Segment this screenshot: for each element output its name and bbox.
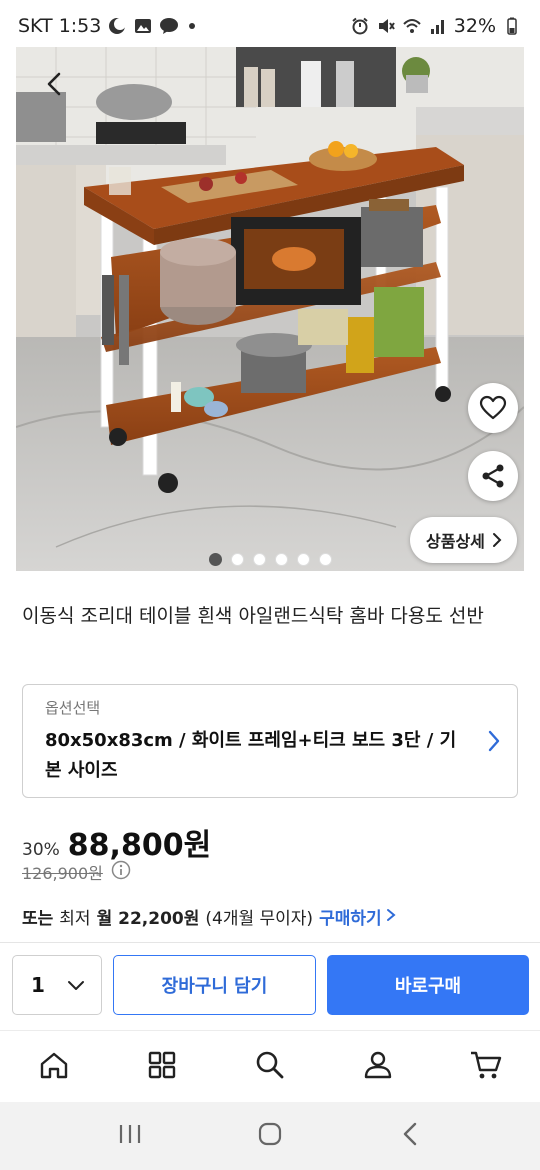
chevron-right-icon bbox=[491, 532, 503, 548]
nav-search[interactable] bbox=[240, 1037, 300, 1097]
back-system-button[interactable] bbox=[380, 1111, 440, 1161]
back-icon bbox=[401, 1121, 419, 1151]
back-button[interactable] bbox=[30, 59, 80, 109]
installment-monthly: 월 22,200원 bbox=[96, 909, 200, 929]
home-icon bbox=[38, 1049, 70, 1085]
signal-icon bbox=[428, 16, 448, 36]
product-photo bbox=[16, 47, 524, 571]
product-detail-label: 상품상세 bbox=[426, 532, 485, 551]
chevron-right-icon bbox=[386, 907, 396, 927]
nav-my-account[interactable] bbox=[348, 1037, 408, 1097]
option-label: 옵션선택 bbox=[45, 699, 101, 717]
product-title: 이동식 조리대 테이블 흰색 아일랜드식탁 홈바 다용도 선반 bbox=[22, 605, 484, 627]
home-button-icon bbox=[257, 1121, 283, 1151]
carousel-indicator bbox=[16, 553, 524, 566]
system-navigation-bar bbox=[0, 1102, 540, 1170]
mute-icon bbox=[376, 16, 396, 36]
category-icon bbox=[147, 1050, 177, 1084]
original-price-row: 126,900원 bbox=[22, 860, 131, 884]
carousel-dot[interactable] bbox=[296, 553, 310, 566]
installment-min-label: 최저 bbox=[59, 909, 91, 929]
nav-category[interactable] bbox=[132, 1037, 192, 1097]
back-arrow-icon bbox=[42, 71, 68, 97]
buy-now-button[interactable]: 바로구매 bbox=[327, 955, 529, 1015]
installment-prefix: 또는 bbox=[22, 909, 54, 929]
gallery-icon bbox=[133, 16, 153, 36]
carousel-dot[interactable] bbox=[318, 553, 332, 566]
bottom-navigation bbox=[0, 1030, 540, 1102]
carousel-dot[interactable] bbox=[274, 553, 288, 566]
nav-cart[interactable] bbox=[456, 1037, 516, 1097]
nav-home[interactable] bbox=[24, 1037, 84, 1097]
installment-terms: (4개월 무이자) bbox=[205, 909, 314, 929]
search-icon bbox=[254, 1049, 286, 1085]
carousel-dot[interactable] bbox=[230, 553, 244, 566]
heart-icon bbox=[479, 395, 507, 421]
quantity-value: 1 bbox=[31, 973, 45, 997]
carrier-time: SKT 1:53 bbox=[18, 15, 102, 37]
chevron-right-icon bbox=[487, 729, 501, 757]
battery-percent: 32% bbox=[453, 15, 496, 37]
original-price: 126,900원 bbox=[22, 864, 103, 883]
alarm-icon bbox=[350, 16, 370, 36]
cart-icon bbox=[469, 1049, 503, 1085]
share-icon bbox=[480, 463, 506, 489]
installment-buy-link[interactable]: 구매하기 bbox=[319, 904, 396, 929]
add-to-cart-button[interactable]: 장바구니 담기 bbox=[113, 955, 316, 1015]
chevron-down-icon bbox=[67, 973, 85, 997]
status-bar: SKT 1:53 32% bbox=[0, 0, 540, 52]
sale-price: 88,800원 bbox=[67, 828, 212, 863]
carousel-dot[interactable] bbox=[252, 553, 266, 566]
carousel-dot[interactable] bbox=[208, 553, 222, 566]
option-selector[interactable]: 옵션선택 80x50x83cm / 화이트 프레임+티크 보드 3단 / 기본 … bbox=[22, 684, 518, 798]
discount-rate: 30% bbox=[22, 840, 60, 860]
wifi-icon bbox=[402, 16, 422, 36]
info-icon[interactable] bbox=[111, 860, 131, 884]
share-button[interactable] bbox=[468, 451, 518, 501]
quantity-select[interactable]: 1 bbox=[12, 955, 102, 1015]
battery-icon bbox=[502, 16, 522, 36]
my-account-icon bbox=[362, 1049, 394, 1085]
wishlist-button[interactable] bbox=[468, 383, 518, 433]
purchase-bar: 1 장바구니 담기 바로구매 bbox=[0, 942, 540, 1028]
installment-info: 또는 최저 월 22,200원 (4개월 무이자) 구매하기 bbox=[22, 904, 396, 929]
moon-icon bbox=[107, 16, 127, 36]
installment-buy-label: 구매하기 bbox=[319, 909, 382, 929]
notification-dot-icon bbox=[189, 23, 196, 29]
product-image-carousel[interactable]: 상품상세 bbox=[16, 47, 524, 571]
recent-apps-icon bbox=[117, 1122, 143, 1150]
recent-apps-button[interactable] bbox=[100, 1111, 160, 1161]
talk-icon bbox=[159, 16, 179, 36]
price-row: 30% 88,800원 bbox=[22, 820, 211, 864]
option-selected-value: 80x50x83cm / 화이트 프레임+티크 보드 3단 / 기본 사이즈 bbox=[45, 730, 457, 781]
home-system-button[interactable] bbox=[240, 1111, 300, 1161]
